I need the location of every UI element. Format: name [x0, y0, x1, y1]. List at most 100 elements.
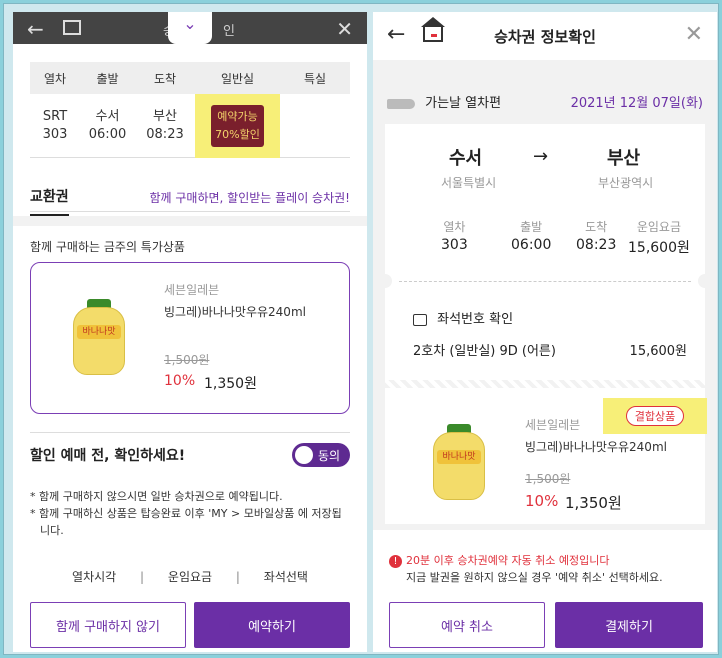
zigzag-divider [385, 380, 705, 388]
page-title: 승차권 정보확인 [494, 28, 596, 46]
header-train: 열차 [43, 71, 67, 86]
ticket-card: 수서 서울특별시 → 부산 부산광역시 열차 303 출발 06:00 도착 0… [378, 124, 712, 524]
info-label: 운임요금 [636, 220, 682, 234]
cancel-reservation-button[interactable]: 예약 취소 [389, 602, 545, 648]
close-icon[interactable]: ✕ [685, 22, 703, 47]
direction-label: 가는날 열차편 [425, 96, 502, 111]
product-original-price: 1,500원 [164, 353, 210, 367]
agree-toggle[interactable]: 동의 [292, 443, 350, 467]
warning-message: ! 20분 이후 승차권예약 자동 취소 예정입니다 지금 발권을 원하지 않으실… [389, 552, 705, 586]
seat-check[interactable]: 좌석번호 확인 [413, 308, 513, 327]
info-arrive: 도착 08:23 [576, 218, 616, 253]
depart-time: 수서 06:00 [88, 108, 127, 142]
info-value: 06:00 [511, 237, 552, 253]
milk-label: 바나나맛 [437, 450, 481, 464]
link-seat[interactable]: 좌석선택 [264, 570, 308, 584]
seat-fare: 15,600원 [629, 344, 687, 359]
header-general: 일반실 [220, 71, 255, 86]
from-city: 서울특별시 [441, 176, 497, 190]
left-topbar: ← 승 인 ✕ ⌄ [13, 12, 367, 44]
tab-voucher[interactable]: 교환권 [30, 186, 69, 216]
warning-text: 20분 이후 승차권예약 자동 취소 예정입니다 [406, 554, 610, 567]
promo-text: 함께 구매하면, 할인받는 플레이 승차권! [149, 191, 350, 205]
train-icon [387, 98, 415, 109]
screenshot-frame: ← 승 인 ✕ ⌄ 열차 출발 도착 일반실 특실 SRT 303 수서 06:… [3, 3, 719, 655]
combo-original-price: 1,500원 [525, 472, 571, 486]
seat-icon [413, 313, 427, 326]
train-table-header: 열차 출발 도착 일반실 특실 [30, 62, 350, 94]
info-label: 열차 [443, 220, 466, 234]
product-section-title: 함께 구매하는 금주의 특가상품 [30, 240, 185, 254]
ticket-area: 가는날 열차편 2021년 12월 07일(화) 수서 서울특별시 → 부산 부… [373, 60, 717, 530]
milk-body [433, 432, 485, 500]
pay-button[interactable]: 결제하기 [555, 602, 703, 648]
combo-badge-highlight: 결합상품 [603, 398, 707, 434]
notes: * 함께 구매하지 않으시면 일반 승차권으로 예약됩니다. * 함께 구매하신… [30, 488, 350, 539]
confirm-section: 할인 예매 전, 확인하세요! 동의 [30, 432, 350, 467]
to-city: 부산광역시 [598, 176, 654, 190]
tab-bar: 교환권 함께 구매하면, 할인받는 플레이 승차권! [30, 180, 350, 216]
ticket-notch [378, 274, 392, 288]
warning-line-2: 지금 발권을 원하지 않으실 경우 '예약 취소' 선택하세요. [406, 571, 663, 584]
info-value: 303 [441, 237, 468, 253]
seat-info: 2호차 (일반실) 9D (어른) 15,600원 [413, 340, 687, 359]
home-icon[interactable] [63, 20, 81, 35]
warning-line-1: ! 20분 이후 승차권예약 자동 취소 예정입니다 [389, 552, 705, 569]
toggle-label: 동의 [318, 449, 341, 463]
left-panel: ← 승 인 ✕ ⌄ 열차 출발 도착 일반실 특실 SRT 303 수서 06:… [13, 12, 367, 652]
back-arrow-icon[interactable]: ← [27, 17, 44, 41]
note-item: * 함께 구매하신 상품은 탑승완료 이후 'MY > 모바일상품 에 저장됩니… [30, 507, 342, 537]
combo-store: 세븐일레븐 [525, 418, 581, 432]
header-special: 특실 [303, 71, 327, 86]
skip-bundle-button[interactable]: 함께 구매하지 않기 [30, 602, 186, 648]
info-value: 15,600원 [628, 240, 690, 256]
combo-name: 빙그레)바나나맛우유240ml [525, 440, 667, 454]
close-icon[interactable]: ✕ [336, 17, 353, 41]
banana-milk-image: 바나나맛 [71, 299, 127, 375]
header-arrive: 도착 [153, 71, 177, 86]
milk-body [73, 307, 125, 375]
seat-check-label: 좌석번호 확인 [437, 312, 514, 327]
info-value: 08:23 [576, 237, 617, 253]
combo-badge: 결합상품 [625, 406, 685, 426]
dashed-divider [399, 281, 691, 282]
info-label: 출발 [520, 220, 543, 234]
info-fare: 운임요금 15,600원 [628, 218, 690, 257]
product-discount-rate: 10% [164, 373, 196, 389]
toggle-knob [295, 446, 313, 464]
arrive-time: 부산 08:23 [146, 108, 184, 142]
arrow-right-icon: → [533, 146, 549, 167]
section-divider [13, 216, 367, 226]
link-timetable[interactable]: 열차시각 [72, 570, 116, 584]
footer-links: 열차시각 | 운임요금 | 좌석선택 [13, 568, 367, 585]
link-fare[interactable]: 운임요금 [168, 570, 212, 584]
table-row[interactable]: SRT 303 수서 06:00 부산 08:23 예약가능 70%할인 [30, 93, 350, 158]
chevron-down-icon[interactable]: ⌄ [168, 12, 212, 44]
combo-price: 1,350원 [565, 494, 622, 512]
header: ← 승차권 정보확인 ✕ [373, 12, 717, 60]
scroll-fade [13, 542, 367, 562]
to-station: 부산 [607, 148, 641, 169]
info-depart: 출발 06:00 [511, 218, 551, 253]
general-seat-cell[interactable]: 예약가능 70%할인 [195, 93, 280, 158]
header-depart: 출발 [96, 71, 119, 86]
separator: | [140, 570, 145, 584]
train-table: 열차 출발 도착 일반실 특실 SRT 303 수서 06:00 부산 08:2… [30, 62, 350, 158]
milk-label: 바나나맛 [77, 325, 121, 339]
info-label: 도착 [585, 220, 608, 234]
alert-icon: ! [389, 554, 402, 568]
seat-text: 2호차 (일반실) 9D (어른) [413, 344, 556, 359]
info-train: 열차 303 [441, 218, 468, 253]
note-item: * 함께 구매하지 않으시면 일반 승차권으로 예약됩니다. [30, 490, 283, 503]
separator: | [235, 570, 240, 584]
product-card[interactable]: 바나나맛 세븐일레븐 빙그레)바나나맛우유240ml 1,500원 10% 1,… [30, 262, 350, 414]
banana-milk-image: 바나나맛 [431, 424, 487, 500]
topbar-title-right: 인 [223, 24, 235, 39]
product-price: 1,350원 [204, 376, 257, 392]
from-station: 수서 [449, 148, 483, 169]
ticket-notch [698, 274, 712, 288]
product-store: 세븐일레븐 [164, 283, 220, 297]
reserve-button[interactable]: 예약하기 [194, 602, 350, 648]
discount-badge[interactable]: 예약가능 70%할인 [211, 104, 264, 147]
right-panel: ← 승차권 정보확인 ✕ 가는날 열차편 2021년 12월 07일(화) 수서… [373, 12, 717, 652]
